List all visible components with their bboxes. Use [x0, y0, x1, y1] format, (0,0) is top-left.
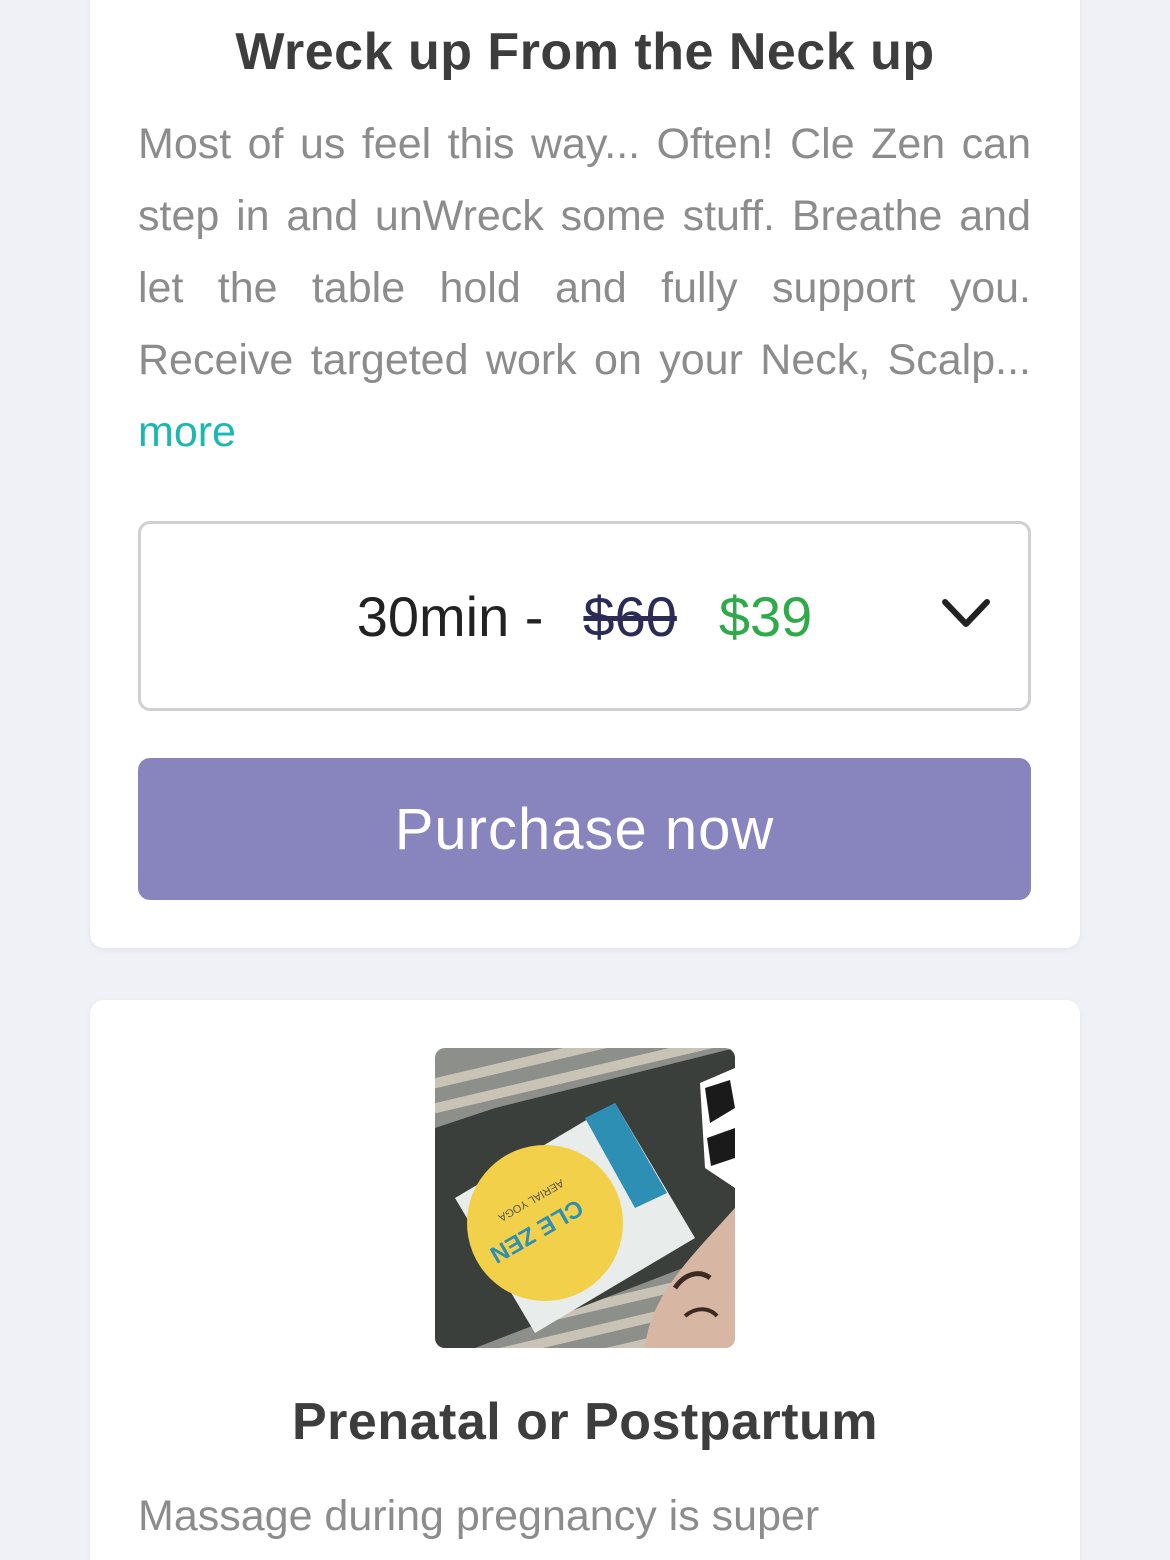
service-card-prenatal: CLE ZEN AERIAL YOGA Prenatal or Postpart…: [90, 1000, 1080, 1560]
selected-duration: 30min -: [356, 584, 544, 648]
purchase-now-button[interactable]: Purchase now: [138, 758, 1031, 900]
sale-price: $39: [718, 584, 813, 648]
service-description: Massage during pregnancy is super: [138, 1492, 820, 1540]
service-description-text: Most of us feel this way... Often! Cle Z…: [138, 120, 1031, 384]
page: Wreck up From the Neck up Most of us fee…: [0, 0, 1170, 1560]
selected-option: 30min - $60 $39: [141, 524, 968, 708]
service-title: Prenatal or Postpartum: [291, 1393, 879, 1451]
more-link[interactable]: more: [138, 408, 236, 456]
duration-price-select[interactable]: 30min - $60 $39: [138, 521, 1031, 711]
service-title: Wreck up From the Neck up: [235, 23, 935, 81]
original-price: $60: [583, 584, 677, 648]
service-photo: CLE ZEN AERIAL YOGA: [435, 1048, 735, 1348]
chevron-down-icon: [942, 599, 990, 627]
service-thumbnail[interactable]: CLE ZEN AERIAL YOGA: [435, 1048, 735, 1348]
service-card-neck: Wreck up From the Neck up Most of us fee…: [90, 0, 1080, 948]
service-description: Most of us feel this way... Often! Cle Z…: [138, 108, 1031, 468]
